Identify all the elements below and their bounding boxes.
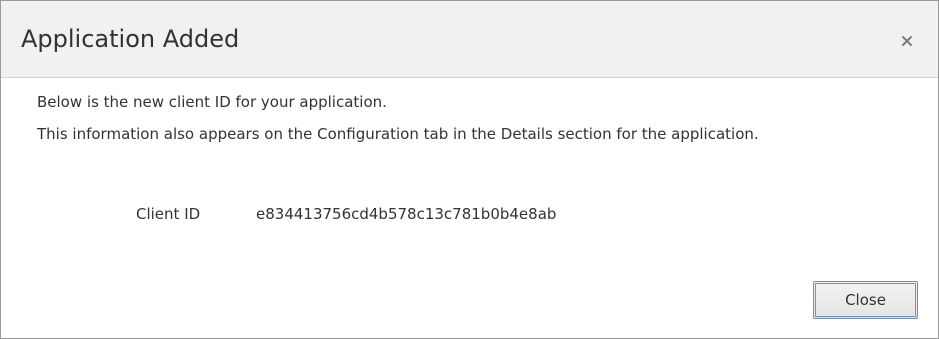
- description-line-1: Below is the new client ID for your appl…: [37, 93, 387, 111]
- client-id-value: e834413756cd4b578c13c781b0b4e8ab: [256, 205, 557, 223]
- dialog-title: Application Added: [21, 25, 240, 53]
- close-icon[interactable]: [896, 32, 918, 50]
- client-id-label: Client ID: [136, 205, 201, 223]
- dialog-header: Application Added: [1, 1, 938, 78]
- close-button[interactable]: Close: [813, 281, 918, 319]
- application-added-dialog: Application Added Below is the new clien…: [0, 0, 939, 339]
- description-line-2: This information also appears on the Con…: [37, 125, 759, 143]
